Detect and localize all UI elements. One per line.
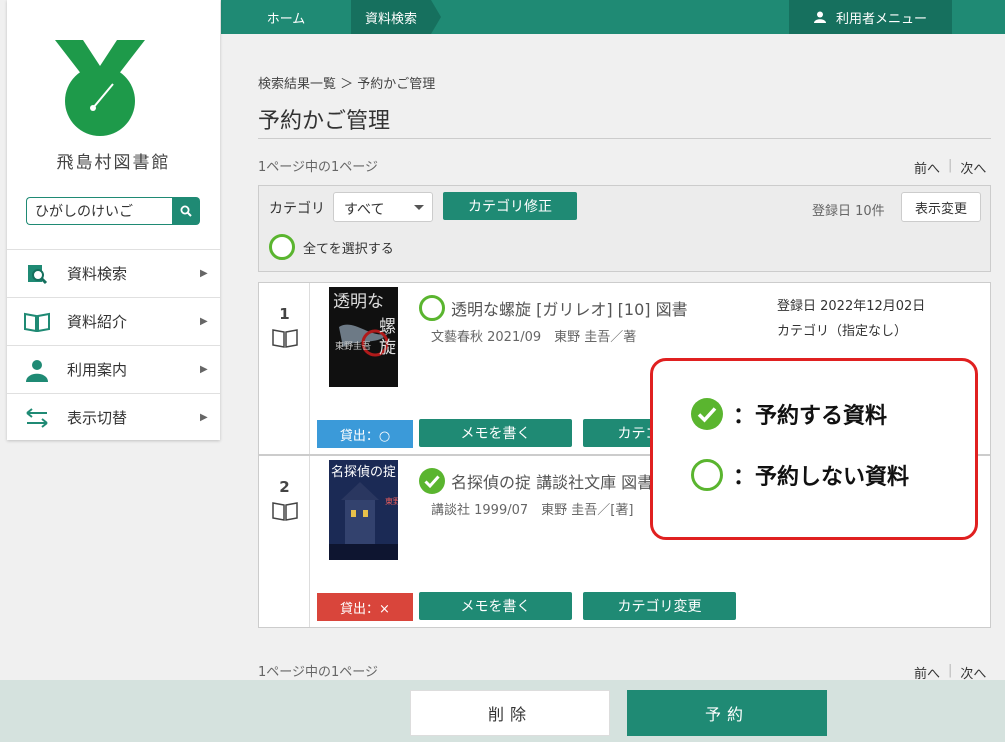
- reserve-button[interactable]: 予約: [627, 690, 827, 736]
- sidebar-item-intro[interactable]: 資料紹介 ▶: [7, 297, 220, 345]
- title-divider: [258, 138, 991, 139]
- item-number-column: 2: [259, 456, 310, 627]
- sidebar-item-label: 資料検索: [67, 265, 128, 283]
- library-logo: [55, 40, 145, 136]
- item-title[interactable]: 透明な螺旋 [ガリレオ] [10] 図書: [419, 295, 688, 321]
- person-icon: [26, 359, 48, 382]
- swap-arrows-icon: [26, 407, 48, 428]
- status-badge: 貸出：×: [317, 593, 413, 621]
- chevron-right-icon: ▶: [200, 364, 208, 375]
- status-badge: 貸出：○: [317, 420, 413, 448]
- chevron-right-icon: ▶: [200, 316, 208, 327]
- chevron-right-icon: ▶: [200, 412, 208, 423]
- check-circle-icon: [691, 398, 723, 430]
- category-label: カテゴリ: [269, 201, 325, 217]
- prev-link[interactable]: 前へ: [914, 158, 940, 177]
- category-change-button[interactable]: カテゴリ変更: [583, 592, 736, 620]
- item-number: 1: [279, 305, 290, 323]
- nav-search-link[interactable]: 資料検索: [351, 0, 441, 34]
- display-change-button[interactable]: 表示変更: [901, 192, 981, 222]
- sidebar: 飛島村図書館 資料検索 ▶ 資料紹介 ▶ 利用案内 ▶ 表示切替 ▶: [7, 0, 220, 440]
- legend-callout: ：予約する資料 ：予約しない資料: [650, 358, 978, 540]
- item-registered-date: 登録日 2022年12月02日: [777, 299, 926, 314]
- unchecked-circle-icon[interactable]: [419, 295, 445, 321]
- legend-no-reserve: ：予約しない資料: [691, 459, 909, 491]
- unchecked-circle-icon: [269, 234, 295, 260]
- select-all-label: 全てを選択する: [303, 241, 394, 257]
- sidebar-item-guide[interactable]: 利用案内 ▶: [7, 345, 220, 393]
- sidebar-item-label: 利用案内: [67, 361, 128, 379]
- nav-arrow: [341, 0, 351, 34]
- open-book-icon: [24, 312, 50, 332]
- sort-info: 登録日 10件: [812, 204, 885, 219]
- svg-text:螺: 螺: [379, 317, 396, 337]
- delete-button[interactable]: 削除: [410, 690, 610, 736]
- svg-text:東野: 東野: [385, 496, 398, 506]
- svg-text:旋: 旋: [379, 338, 396, 358]
- user-icon: [813, 11, 826, 23]
- sidebar-item-search[interactable]: 資料検索 ▶: [7, 249, 220, 297]
- page-info-top: 1ページ中の1ページ: [258, 160, 379, 175]
- page-title: 予約かご管理: [258, 109, 391, 134]
- sidebar-item-label: 資料紹介: [67, 313, 128, 331]
- memo-button[interactable]: メモを書く: [419, 419, 572, 447]
- item-number: 2: [279, 478, 290, 496]
- legend-no-reserve-text: ：予約しない資料: [733, 465, 910, 490]
- category-select-value: すべて: [344, 202, 385, 218]
- user-menu-button[interactable]: 利用者メニュー: [789, 0, 952, 34]
- next-link[interactable]: 次へ: [960, 158, 986, 177]
- item-meta: 講談社 1999/07 東野 圭吾／[著]: [431, 503, 634, 518]
- sidebar-item-display[interactable]: 表示切替 ▶: [7, 393, 220, 441]
- open-book-icon: [272, 329, 298, 348]
- category-select[interactable]: すべて: [333, 192, 433, 222]
- item-title-text[interactable]: 透明な螺旋 [ガリレオ] [10] 図書: [451, 296, 688, 320]
- item-title-text[interactable]: 名探偵の掟 講談社文庫 図書: [451, 469, 653, 493]
- top-nav-bar: ホーム 資料検索 利用者メニュー: [221, 0, 1005, 34]
- unchecked-circle-icon: [691, 459, 723, 491]
- legend-reserve: ：予約する資料: [691, 398, 887, 430]
- book-search-icon: [28, 264, 48, 284]
- page-info-bottom: 1ページ中の1ページ: [258, 665, 379, 680]
- search-input[interactable]: [26, 197, 172, 225]
- memo-button[interactable]: メモを書く: [419, 592, 572, 620]
- chevron-down-icon: [414, 205, 424, 210]
- category-toolbar: カテゴリ すべて カテゴリ修正 登録日 10件 表示変更 全てを選択する: [258, 185, 991, 272]
- library-name: 飛島村図書館: [56, 153, 171, 173]
- legend-reserve-text: ：予約する資料: [733, 404, 888, 429]
- action-bar: 削除 予約: [0, 680, 1005, 742]
- sidebar-item-label: 表示切替: [67, 409, 128, 427]
- nav-search-label: 資料検索: [364, 11, 417, 27]
- sidebar-search: [26, 197, 200, 225]
- pagination-top: 前へ | 次へ: [914, 158, 986, 177]
- check-circle-icon[interactable]: [419, 468, 445, 494]
- item-meta: 文藝春秋 2021/09 東野 圭吾／著: [431, 330, 637, 345]
- select-all-toggle[interactable]: 全てを選択する: [269, 234, 394, 260]
- chevron-right-icon: ▶: [200, 268, 208, 279]
- search-button[interactable]: [172, 197, 200, 225]
- book-cover-image[interactable]: 名探偵の掟 東野: [329, 460, 398, 560]
- open-book-icon: [272, 502, 298, 521]
- user-menu-label: 利用者メニュー: [835, 11, 927, 27]
- nav-home-link[interactable]: ホーム: [221, 0, 351, 34]
- svg-text:東野圭吾: 東野圭吾: [335, 340, 371, 352]
- item-category: カテゴリ（指定なし）: [777, 324, 908, 339]
- book-cover-image[interactable]: 透明な 螺 旋 東野圭吾: [329, 287, 398, 387]
- breadcrumb: 検索結果一覧 ＞ 予約かご管理: [258, 77, 436, 92]
- pagination-separator: |: [948, 158, 953, 173]
- svg-text:透明な: 透明な: [333, 292, 384, 312]
- item-title[interactable]: 名探偵の掟 講談社文庫 図書: [419, 468, 653, 494]
- category-edit-button[interactable]: カテゴリ修正: [443, 192, 577, 220]
- item-number-column: 1: [259, 283, 310, 454]
- svg-text:名探偵の掟: 名探偵の掟: [331, 464, 396, 480]
- search-icon: [180, 205, 192, 217]
